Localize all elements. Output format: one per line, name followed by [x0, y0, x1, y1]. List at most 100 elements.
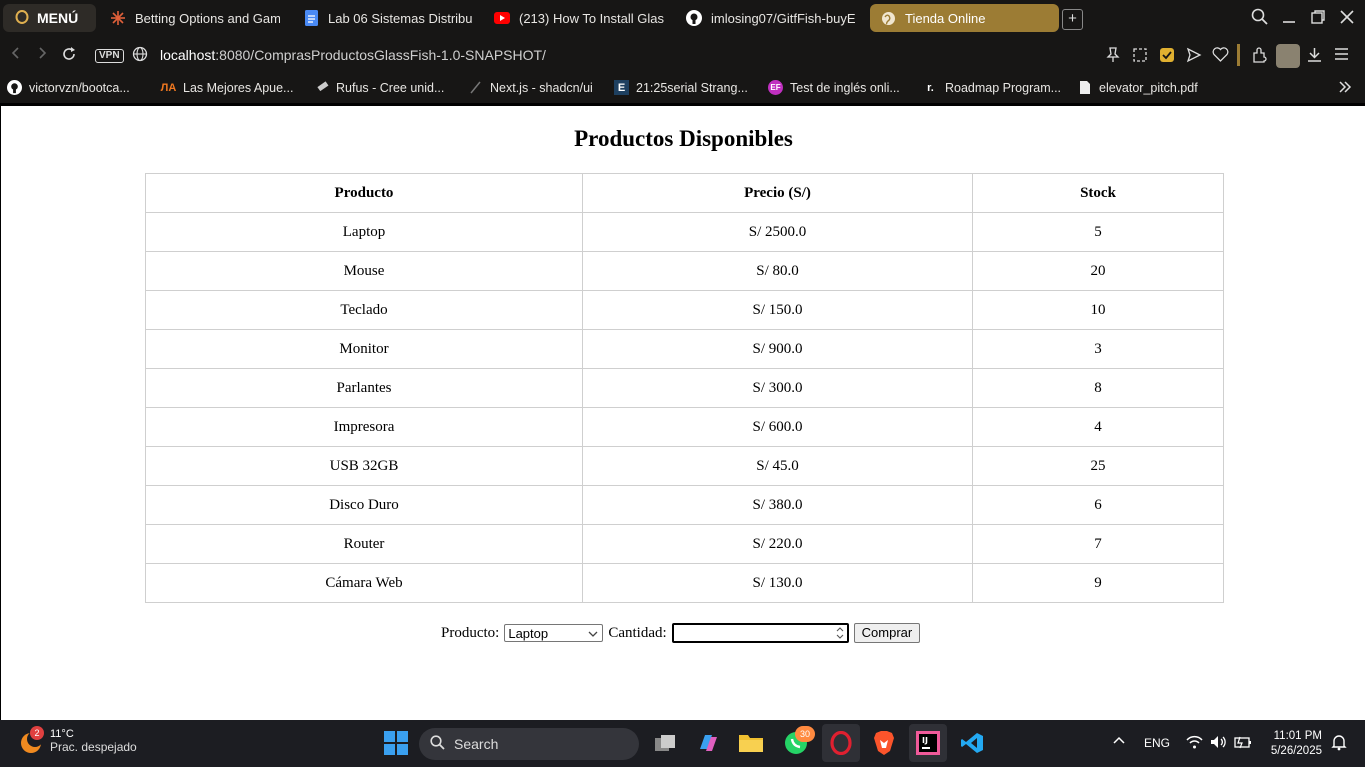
tab-betting[interactable]: Betting Options and Game — [110, 4, 280, 32]
browser-menu-button[interactable]: MENÚ — [3, 4, 96, 32]
forward-icon[interactable] — [35, 46, 49, 65]
weather-widget[interactable]: 2 11°C Prac. despejado — [18, 726, 137, 754]
price-cell: S/ 2500.0 — [582, 212, 973, 252]
quantity-label: Cantidad: — [608, 624, 667, 641]
price-cell: S/ 300.0 — [582, 368, 973, 408]
search-icon — [430, 735, 445, 753]
product-name-cell: Parlantes — [145, 368, 583, 408]
intellij-icon[interactable]: IJ — [909, 724, 947, 762]
weather-temp: 11°C — [50, 728, 74, 740]
r-icon: r. — [927, 81, 934, 94]
file-explorer-icon[interactable] — [736, 728, 766, 758]
wifi-icon[interactable] — [1186, 735, 1203, 752]
volume-icon[interactable] — [1210, 735, 1227, 752]
table-row: USB 32GB S/ 45.0 25 — [145, 446, 1224, 486]
more-bookmarks-icon[interactable] — [1338, 81, 1352, 93]
task-view-icon[interactable] — [650, 728, 680, 758]
easy-setup-menu-icon[interactable] — [1334, 47, 1349, 65]
close-icon[interactable] — [1340, 8, 1354, 29]
tab-title: Tienda Online — [905, 10, 986, 26]
profile-avatar[interactable] — [1276, 44, 1300, 68]
heart-icon[interactable] — [1212, 47, 1229, 66]
price-cell: S/ 380.0 — [582, 485, 973, 525]
comprar-button[interactable]: Comprar — [853, 623, 921, 643]
page-title: Productos Disponibles — [574, 126, 793, 151]
tab-tienda-online[interactable]: Tienda Online — [870, 4, 1059, 32]
bookmark-shadcn[interactable]: Next.js - shadcn/ui — [468, 80, 593, 95]
stock-cell: 25 — [972, 446, 1224, 486]
e-icon: E — [614, 80, 629, 95]
table-row: Monitor S/ 900.0 3 — [145, 329, 1224, 369]
tab-github[interactable]: imlosing07/GitfFish-buyE — [686, 4, 856, 32]
bookmark-label: Roadmap Program... — [945, 80, 1062, 95]
github-icon — [7, 80, 22, 95]
pin-icon[interactable] — [1106, 47, 1120, 67]
opera-taskbar-icon[interactable] — [822, 724, 860, 762]
price-cell: S/ 150.0 — [582, 290, 973, 330]
bookmark-roadmap[interactable]: r. Roadmap Program... — [923, 80, 1061, 95]
url-field[interactable]: localhost:8080/ComprasProductosGlassFish… — [160, 47, 546, 63]
battery-icon[interactable] — [1234, 735, 1252, 752]
reload-icon[interactable] — [61, 46, 77, 67]
quantity-stepper[interactable] — [835, 626, 845, 642]
table-row: Laptop S/ 2500.0 5 — [145, 212, 1224, 252]
bookmark-strang[interactable]: E 21:25serial Strang... — [614, 80, 748, 95]
product-name-cell: USB 32GB — [145, 446, 583, 486]
whatsapp-icon[interactable]: 30 — [781, 726, 815, 758]
column-header-stock: Stock — [972, 173, 1224, 213]
quantity-input[interactable] — [671, 623, 849, 643]
toolbar-divider — [1237, 44, 1240, 66]
snapshot-icon[interactable] — [1132, 47, 1148, 67]
copilot-icon[interactable] — [693, 728, 723, 758]
bookmark-test-ingles[interactable]: EF Test de inglés onli... — [768, 80, 900, 95]
bookmark-victorvzn[interactable]: victorvzn/bootca... — [7, 80, 130, 95]
product-name-cell: Router — [145, 524, 583, 564]
weather-condition: Prac. despejado — [50, 740, 137, 754]
starburst-icon — [110, 10, 126, 26]
table-row: Mouse S/ 80.0 20 — [145, 251, 1224, 291]
table-row: Teclado S/ 150.0 10 — [145, 290, 1224, 330]
clock-time: 11:01 PM — [1273, 730, 1322, 742]
tab-title: Lab 06 Sistemas Distribuid — [328, 10, 473, 26]
shield-check-icon[interactable] — [1159, 47, 1175, 67]
download-icon[interactable] — [1307, 47, 1322, 67]
vscode-icon[interactable] — [957, 728, 987, 758]
taskbar-search[interactable]: Search — [419, 728, 639, 760]
send-icon[interactable] — [1186, 47, 1202, 67]
minimize-icon[interactable] — [1282, 8, 1296, 29]
search-label: Search — [454, 736, 499, 752]
bookmark-elevator-pitch[interactable]: elevator_pitch.pdf — [1077, 80, 1198, 95]
product-select[interactable]: Laptop — [504, 624, 604, 642]
column-header-producto: Producto — [145, 173, 583, 213]
site-info-globe-icon[interactable] — [132, 46, 148, 67]
price-cell: S/ 220.0 — [582, 524, 973, 564]
search-tabs-icon[interactable] — [1251, 8, 1268, 30]
stock-cell: 4 — [972, 407, 1224, 447]
stock-cell: 5 — [972, 212, 1224, 252]
url-path: :8080/ComprasProductosGlassFish-1.0-SNAP… — [215, 47, 546, 63]
extensions-icon[interactable] — [1251, 47, 1268, 68]
brave-icon[interactable] — [869, 728, 899, 758]
language-indicator[interactable]: ENG — [1144, 736, 1170, 750]
address-bar: VPN localhost:8080/ComprasProductosGlass… — [0, 37, 1365, 75]
back-icon[interactable] — [9, 46, 23, 65]
bookmark-label: Rufus - Cree unid... — [336, 80, 445, 95]
restore-icon[interactable] — [1311, 8, 1325, 29]
price-cell: S/ 45.0 — [582, 446, 973, 486]
bookmark-label: 21:25serial Strang... — [636, 80, 748, 95]
vpn-badge[interactable]: VPN — [95, 49, 124, 63]
opera-logo-icon — [15, 9, 29, 27]
bookmarks-bar: victorvzn/bootca... ЛА Las Mejores Apue.… — [0, 75, 1365, 106]
price-cell: S/ 600.0 — [582, 407, 973, 447]
new-tab-button[interactable]: + — [1062, 9, 1083, 30]
bookmark-las-mejores[interactable]: ЛА Las Mejores Apue... — [161, 80, 294, 95]
bookmark-rufus[interactable]: Rufus - Cree unid... — [314, 80, 444, 95]
product-name-cell: Cámara Web — [145, 563, 583, 603]
bookmark-label: Test de inglés onli... — [790, 80, 900, 95]
tab-youtube[interactable]: (213) How To Install Glass — [494, 4, 664, 32]
windows-start-icon[interactable] — [381, 728, 411, 758]
notifications-icon[interactable] — [1331, 734, 1347, 754]
tab-lab06[interactable]: Lab 06 Sistemas Distribuid — [303, 4, 473, 32]
system-clock[interactable]: 11:01 PM 5/26/2025 — [1262, 729, 1322, 759]
show-hidden-icons-icon[interactable] — [1112, 734, 1126, 751]
